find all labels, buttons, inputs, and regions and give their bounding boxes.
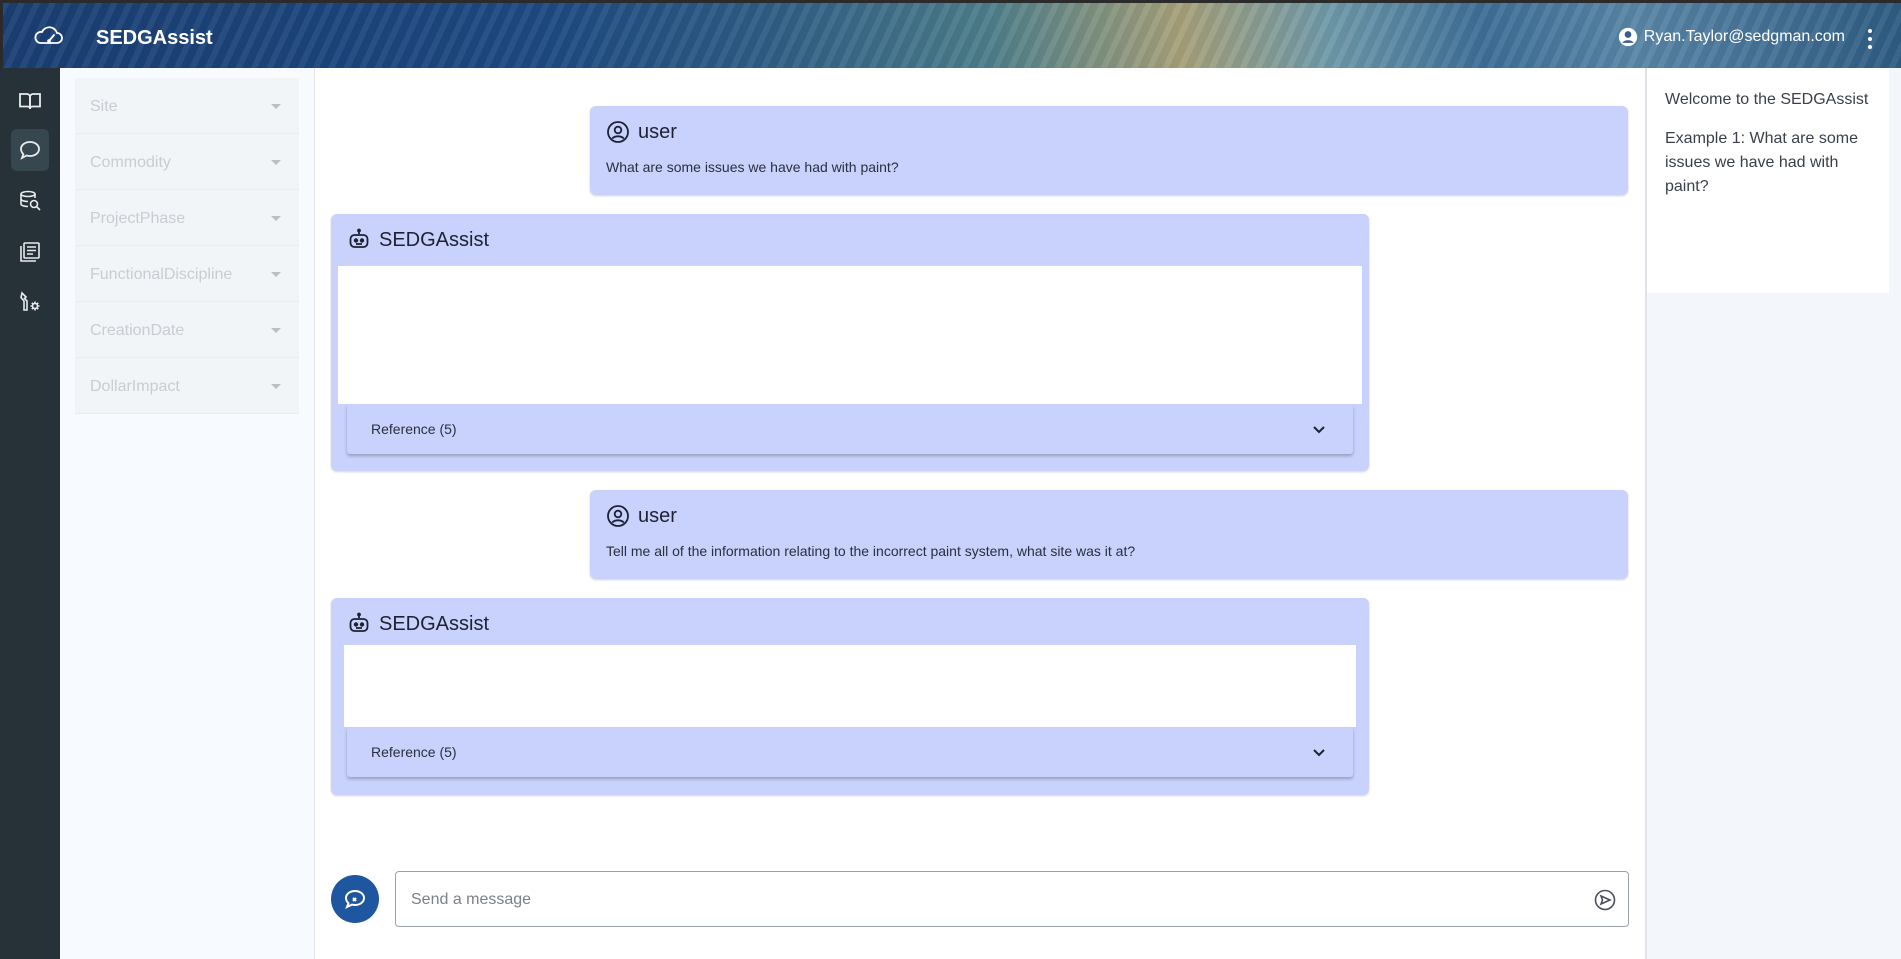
chevron-down-icon	[1313, 426, 1325, 434]
assistant-response-content	[338, 266, 1362, 404]
account-circle-outline-icon	[607, 505, 629, 527]
account-circle-outline-icon	[607, 121, 629, 143]
filter-label: FunctionalDiscipline	[90, 266, 233, 283]
filter-creation-date[interactable]: CreationDate	[75, 302, 299, 358]
filter-panel: Site Commodity ProjectPhase FunctionalDi…	[60, 68, 315, 959]
assistant-response-content	[344, 645, 1356, 727]
help-panel: Welcome to the SEDGAssist Example 1: Wha…	[1645, 68, 1901, 959]
library-icon	[20, 242, 40, 262]
app-header: SEDGAssist Ryan.Taylor@sedgman.com	[0, 0, 1901, 68]
send-icon[interactable]	[1594, 889, 1616, 911]
assistant-message: SEDGAssist Reference (5)	[331, 598, 1369, 795]
caret-down-icon	[271, 104, 281, 109]
help-card: Welcome to the SEDGAssist Example 1: Wha…	[1647, 68, 1889, 293]
reference-expander[interactable]: Reference (5)	[347, 404, 1353, 454]
caret-down-icon	[271, 216, 281, 221]
cloud-speed-logo-icon	[34, 26, 63, 44]
filter-list: Site Commodity ProjectPhase FunctionalDi…	[75, 78, 299, 414]
new-chat-button[interactable]	[331, 875, 379, 923]
user-account[interactable]: Ryan.Taylor@sedgman.com	[1618, 27, 1845, 47]
rail-item-data-search[interactable]	[11, 180, 49, 222]
robot-icon	[349, 612, 369, 632]
message-input-box[interactable]	[395, 871, 1629, 927]
reference-label: Reference (5)	[371, 744, 457, 760]
message-header: user	[606, 120, 677, 144]
caret-down-icon	[271, 160, 281, 165]
filter-commodity[interactable]: Commodity	[75, 134, 299, 190]
user-message: user What are some issues we have had wi…	[590, 106, 1628, 195]
account-circle-icon	[1618, 27, 1637, 47]
rail-item-admin[interactable]	[11, 281, 49, 323]
reference-label: Reference (5)	[371, 421, 457, 437]
navigation-rail	[0, 68, 60, 959]
message-header: SEDGAssist	[347, 228, 489, 252]
filter-label: Site	[90, 98, 118, 115]
message-author: SEDGAssist	[379, 228, 490, 251]
message-author: user	[638, 504, 677, 527]
assistant-message: SEDGAssist Reference (5)	[331, 214, 1369, 471]
chat-area: user What are some issues we have had wi…	[315, 68, 1645, 959]
reference-expander[interactable]: Reference (5)	[347, 727, 1353, 777]
message-author: user	[638, 120, 677, 143]
app-title: SEDGAssist	[96, 27, 213, 49]
user-email: Ryan.Taylor@sedgman.com	[1643, 28, 1845, 45]
rail-item-library[interactable]	[11, 231, 49, 273]
user-message: user Tell me all of the information rela…	[590, 490, 1628, 579]
tools-settings-icon	[20, 291, 40, 311]
message-header: user	[606, 504, 677, 528]
caret-down-icon	[271, 328, 281, 333]
filter-label: CreationDate	[90, 322, 185, 339]
rail-item-chat[interactable]	[11, 129, 49, 171]
welcome-text: Welcome to the SEDGAssist	[1665, 91, 1869, 108]
robot-icon	[349, 228, 369, 248]
message-text: What are some issues we have had with pa…	[606, 159, 899, 175]
message-input[interactable]	[411, 888, 1561, 912]
message-header: SEDGAssist	[347, 612, 489, 636]
chat-refresh-icon	[344, 889, 366, 910]
filter-label: Commodity	[90, 154, 171, 171]
filter-label: ProjectPhase	[90, 210, 186, 227]
filter-dollar-impact[interactable]: DollarImpact	[75, 358, 299, 414]
example-prompt[interactable]: Example 1: What are some issues we have …	[1665, 127, 1871, 199]
rail-item-documents[interactable]	[11, 80, 49, 122]
filter-label: DollarImpact	[90, 378, 180, 395]
more-vert-icon[interactable]	[1867, 29, 1873, 49]
message-text: Tell me all of the information relating …	[606, 543, 1136, 559]
caret-down-icon	[271, 272, 281, 277]
caret-down-icon	[271, 384, 281, 389]
message-author: SEDGAssist	[379, 612, 490, 635]
chat-bubble-icon	[20, 141, 40, 160]
filter-project-phase[interactable]: ProjectPhase	[75, 190, 299, 246]
filter-functional-discipline[interactable]: FunctionalDiscipline	[75, 246, 299, 302]
database-search-icon	[20, 190, 41, 211]
chevron-down-icon	[1313, 749, 1325, 757]
filter-site[interactable]: Site	[75, 78, 299, 134]
book-open-icon	[19, 93, 41, 110]
